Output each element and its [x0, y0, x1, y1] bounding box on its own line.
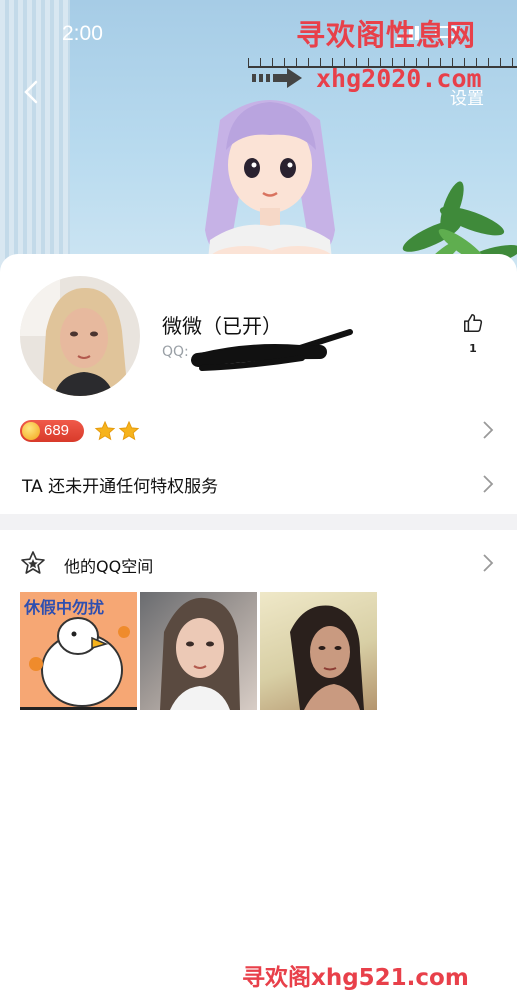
profile-avatar[interactable]	[20, 276, 140, 396]
header-banner: 2:00 设置 寻欢阁性息网 xhg2020.com	[0, 0, 517, 285]
banner-wall-stripes	[0, 0, 70, 285]
section-divider	[0, 514, 517, 530]
like-count: 1	[469, 342, 477, 355]
profile-card: 微微（已开） QQ: 1 689 TA 还未开通任何特权服务 他的QQ空间 休假…	[0, 254, 517, 1000]
thumbs-up-icon	[464, 314, 483, 332]
qzone-photo[interactable]	[140, 592, 257, 710]
star-icon	[94, 420, 116, 441]
redaction-scribble	[191, 329, 353, 371]
photo-caption: 休假中勿扰	[24, 598, 105, 617]
privilege-row[interactable]: TA 还未开通任何特权服务	[20, 468, 497, 498]
chevron-right-icon	[483, 475, 494, 493]
qq-number-label: QQ:	[162, 344, 189, 360]
arrow-decoration	[252, 68, 302, 88]
watermark-title: 寻欢阁性息网	[296, 18, 477, 52]
chevron-right-icon	[483, 554, 494, 572]
coin-count: 689	[44, 422, 70, 439]
qzone-row[interactable]: 他的QQ空间	[20, 548, 497, 578]
avatar-photo-image	[20, 276, 140, 396]
portrait-photo-image	[290, 605, 364, 710]
qzone-photo[interactable]	[260, 592, 377, 710]
privilege-text: TA 还未开通任何特权服务	[22, 477, 219, 497]
coin-badge: 689	[20, 420, 84, 442]
qzone-photo-strip: 休假中勿扰	[20, 592, 380, 710]
level-badge-row[interactable]: 689	[20, 418, 497, 444]
watermark-url: xhg2020.com	[316, 64, 482, 93]
portrait-photo-image	[160, 597, 240, 710]
coin-icon	[22, 422, 40, 440]
qzone-photo[interactable]: 休假中勿扰	[20, 592, 137, 710]
qzone-star-icon	[21, 551, 45, 574]
star-icon	[118, 420, 140, 441]
qzone-title: 他的QQ空间	[64, 557, 154, 576]
like-button[interactable]: 1	[456, 312, 490, 362]
chevron-right-icon	[483, 421, 494, 439]
status-time: 2:00	[62, 22, 103, 45]
watermark-bottom: 寻欢阁xhg521.com	[242, 965, 469, 991]
back-arrow-icon[interactable]	[18, 76, 46, 108]
